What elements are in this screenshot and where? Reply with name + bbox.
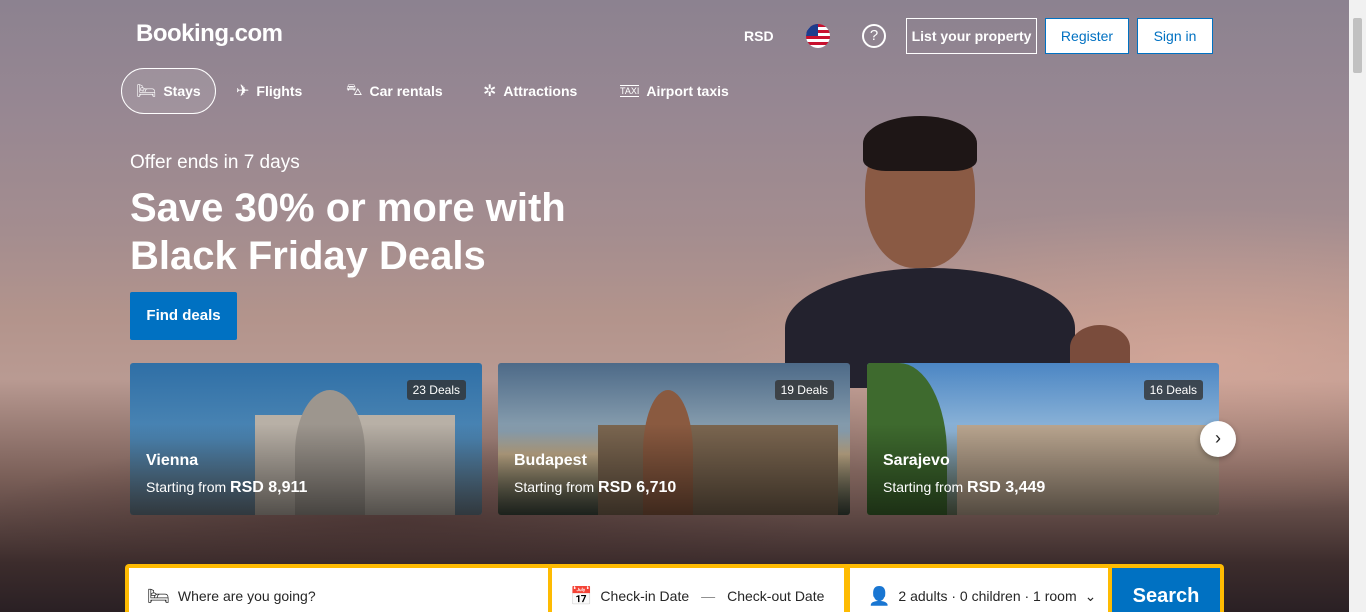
hero-photo-person [785,116,1075,388]
find-deals-button[interactable]: Find deals [130,292,237,340]
price-text: Starting from RSD 3,449 [883,479,1045,497]
deal-card-vienna[interactable]: 23 Deals Vienna Starting from RSD 8,911 [130,363,482,515]
deal-card-budapest[interactable]: 19 Deals Budapest Starting from RSD 6,71… [498,363,850,515]
deal-card-sarajevo[interactable]: 16 Deals Sarajevo Starting from RSD 3,44… [867,363,1219,515]
nav-attractions[interactable]: ✲ Attractions [469,68,591,114]
chevron-down-icon: ⌄ [1084,587,1097,604]
nav-airport-taxis[interactable]: TAXI Airport taxis [606,68,743,114]
destination-input[interactable]: 🛏 Where are you going? [129,568,548,612]
starting-label: Starting from [146,479,227,495]
destination-placeholder: Where are you going? [177,588,316,604]
ferris-wheel-icon: ✲ [483,83,497,100]
starting-label: Starting from [514,479,595,495]
nav-label: Car rentals [369,83,443,99]
bed-icon: 🛏 [147,585,170,606]
scrollbar[interactable] [1349,0,1366,612]
nav-stays[interactable]: 🛏 Stays [121,68,216,114]
booking-logo[interactable]: Booking.com [136,20,283,48]
date-separator: — [701,588,716,604]
calendar-icon: 📅 [570,585,593,606]
nav-label: Attractions [503,83,578,99]
guests-selector[interactable]: 👤 2 adults · 0 children · 1 room ⌄ [850,568,1108,612]
price-value: RSD 3,449 [967,479,1046,496]
starting-label: Starting from [883,479,964,495]
car-icon: ⛍ [346,82,363,99]
nav-flights[interactable]: ✈ Flights [222,68,316,114]
bed-icon: 🛏 [136,83,157,100]
deals-badge: 16 Deals [1143,380,1203,400]
price-value: RSD 6,710 [598,479,677,496]
nav-car-rentals[interactable]: ⛍ Car rentals [332,68,457,114]
offer-text: Offer ends in 7 days [130,152,300,173]
currency-selector[interactable]: RSD [744,28,774,44]
nav-label: Stays [163,83,201,99]
nav-label: Airport taxis [646,83,729,99]
sign-in-button[interactable]: Sign in [1137,18,1213,54]
nav-label: Flights [256,83,303,99]
date-picker[interactable]: 📅 Check-in Date — Check-out Date [552,568,844,612]
us-flag-icon[interactable] [806,24,830,48]
price-text: Starting from RSD 8,911 [146,479,307,497]
carousel-next-button[interactable]: › [1200,421,1236,457]
scrollbar-thumb[interactable] [1353,18,1362,73]
search-bar: 🛏 Where are you going? 📅 Check-in Date — Che… [125,564,1224,612]
plane-icon: ✈ [236,83,250,100]
price-value: RSD 8,911 [230,479,308,496]
search-button[interactable]: Search [1112,568,1220,612]
city-name: Vienna [146,452,199,469]
help-icon[interactable]: ? [862,24,886,48]
list-property-button[interactable]: List your property [906,18,1037,54]
deals-badge: 19 Deals [774,380,834,400]
price-text: Starting from RSD 6,710 [514,479,676,497]
taxi-icon: TAXI [620,85,640,97]
person-icon: 👤 [868,585,891,606]
guests-label: 2 adults · 0 children · 1 room [898,588,1077,604]
city-name: Sarajevo [883,452,950,469]
deals-badge: 23 Deals [406,380,466,400]
hero-title: Save 30% or more with Black Friday Deals [130,186,566,278]
checkout-label: Check-out Date [727,588,825,604]
chevron-right-icon: › [1215,428,1221,448]
city-name: Budapest [514,452,587,469]
checkin-label: Check-in Date [600,588,690,604]
register-button[interactable]: Register [1045,18,1129,54]
